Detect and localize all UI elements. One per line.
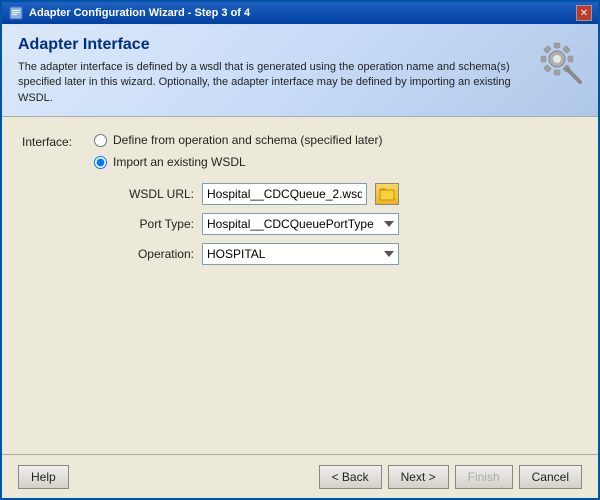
footer-right: < Back Next > Finish Cancel [319,465,582,489]
radio-import[interactable] [94,156,107,169]
header-description: The adapter interface is defined by a ws… [18,60,538,106]
close-button[interactable]: ✕ [576,5,592,21]
radio-define[interactable] [94,134,107,147]
gear-icon [532,34,582,84]
wsdl-url-label: WSDL URL: [114,187,194,201]
window-icon [8,5,24,21]
page-title: Adapter Interface [18,36,582,54]
window-title: Adapter Configuration Wizard - Step 3 of… [29,7,250,19]
radio-import-label: Import an existing WSDL [113,155,246,169]
interface-label: Interface: [22,133,94,149]
title-bar: Adapter Configuration Wizard - Step 3 of… [2,2,598,24]
port-type-row: Port Type: Hospital__CDCQueuePortType [114,213,399,235]
radio-row-import: Import an existing WSDL [94,155,399,169]
radio-define-label: Define from operation and schema (specif… [113,133,382,147]
wsdl-url-input[interactable] [202,183,367,205]
header-area: Adapter Interface The adapter interface … [2,24,598,117]
wsdl-fields: WSDL URL: Port Type: Hosp [114,183,399,265]
footer-left: Help [18,465,69,489]
title-bar-left: Adapter Configuration Wizard - Step 3 of… [8,5,250,21]
operation-select[interactable]: HOSPITAL [202,243,399,265]
wsdl-url-row: WSDL URL: [114,183,399,205]
footer: Help < Back Next > Finish Cancel [2,454,598,498]
browse-button[interactable] [375,183,399,205]
finish-button: Finish [455,465,513,489]
radio-row-define: Define from operation and schema (specif… [94,133,399,147]
help-button[interactable]: Help [18,465,69,489]
wizard-window: Adapter Configuration Wizard - Step 3 of… [0,0,600,500]
interface-options: Define from operation and schema (specif… [94,133,399,265]
back-button[interactable]: < Back [319,465,382,489]
port-type-select[interactable]: Hospital__CDCQueuePortType [202,213,399,235]
cancel-button[interactable]: Cancel [519,465,582,489]
port-type-label: Port Type: [114,217,194,231]
operation-label: Operation: [114,247,194,261]
content-area: Interface: Define from operation and sch… [2,117,598,454]
operation-row: Operation: HOSPITAL [114,243,399,265]
next-button[interactable]: Next > [388,465,449,489]
folder-icon [379,186,395,202]
interface-row: Interface: Define from operation and sch… [22,133,578,265]
